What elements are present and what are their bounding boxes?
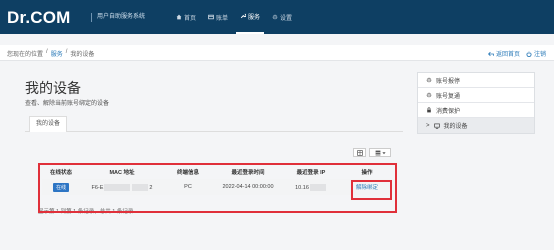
bill-icon bbox=[208, 14, 214, 20]
breadcrumb-prefix: 您现在的位置 bbox=[7, 52, 44, 58]
breadcrumb: 您现在的位置 / 服务 / 我的设备 bbox=[7, 49, 94, 58]
tab-my-devices[interactable]: 我的设备 bbox=[29, 116, 68, 132]
gear-icon bbox=[272, 14, 278, 20]
sidebar-item-label: 我的设备 bbox=[443, 124, 468, 130]
power-icon bbox=[526, 51, 532, 57]
gear-icon bbox=[426, 92, 432, 98]
breadcrumb-sep: / bbox=[46, 49, 48, 55]
sidebar-item-resume[interactable]: 账号复通 bbox=[418, 88, 534, 103]
nav-label-settings: 设置 bbox=[280, 15, 293, 22]
brand-subtitle: 用户自助服务系统 bbox=[91, 13, 145, 22]
columns-icon bbox=[375, 150, 380, 155]
breadcrumb-bar: 您现在的位置 / 服务 / 我的设备 返回首页 注销 bbox=[0, 45, 554, 61]
highlight-box-action bbox=[351, 180, 392, 200]
sidebar-item-suspend[interactable]: 账号报停 bbox=[418, 73, 534, 88]
nav-item-settings[interactable]: 设置 bbox=[268, 0, 296, 34]
quicklinks: 返回首页 注销 bbox=[487, 49, 546, 58]
table-icon bbox=[356, 149, 363, 156]
top-navbar: Dr.COM 用户自助服务系统 首页 账单 服务 设置 bbox=[0, 0, 554, 34]
sidebar-item-label: 账号报停 bbox=[436, 78, 461, 85]
sidebar-active-marker: > bbox=[426, 122, 430, 129]
tab-bar: 我的设备 bbox=[25, 116, 403, 132]
highlight-box-table bbox=[38, 163, 397, 213]
logout-label: 注销 bbox=[533, 52, 546, 58]
sidebar-item-label: 账号复通 bbox=[436, 93, 461, 100]
columns-dropdown-button[interactable] bbox=[369, 148, 391, 157]
nav-label-bill: 账单 bbox=[216, 15, 229, 22]
nav-item-home[interactable]: 首页 bbox=[172, 0, 200, 34]
sidebar-item-label: 消费保护 bbox=[436, 108, 461, 115]
caret-down-icon bbox=[381, 151, 386, 154]
nav-label-service: 服务 bbox=[248, 14, 261, 21]
breadcrumb-current: 我的设备 bbox=[70, 52, 95, 58]
nav-item-bill[interactable]: 账单 bbox=[204, 0, 232, 34]
back-home-link[interactable]: 返回首页 bbox=[487, 49, 520, 58]
wrench-icon bbox=[240, 13, 247, 19]
gear-icon bbox=[426, 77, 432, 83]
page-title: 我的设备 bbox=[25, 80, 81, 96]
main-content: 我的设备 bbox=[25, 78, 405, 98]
sidebar: 账号报停 账号复通 消费保护 > 我的设备 bbox=[417, 72, 535, 134]
home-icon bbox=[176, 14, 182, 20]
table-toolbar bbox=[353, 148, 391, 157]
nav-item-service[interactable]: 服务 bbox=[236, 0, 265, 34]
logout-link[interactable]: 注销 bbox=[526, 49, 546, 58]
back-home-label: 返回首页 bbox=[495, 52, 520, 58]
main-nav: 首页 账单 服务 设置 bbox=[172, 0, 296, 34]
page-description: 查看、解除当前账号绑定的设备 bbox=[25, 101, 110, 107]
reply-icon bbox=[487, 51, 494, 56]
breadcrumb-link-service[interactable]: 服务 bbox=[51, 49, 63, 58]
lock-icon bbox=[427, 107, 431, 113]
sidebar-item-protection[interactable]: 消费保护 bbox=[418, 103, 534, 118]
refresh-button[interactable] bbox=[353, 148, 366, 157]
nav-label-home: 首页 bbox=[184, 15, 197, 22]
breadcrumb-sep: / bbox=[65, 49, 68, 55]
brand-logo[interactable]: Dr.COM bbox=[7, 8, 71, 28]
monitor-icon bbox=[433, 123, 440, 129]
sidebar-item-my-devices[interactable]: > 我的设备 bbox=[418, 118, 534, 133]
